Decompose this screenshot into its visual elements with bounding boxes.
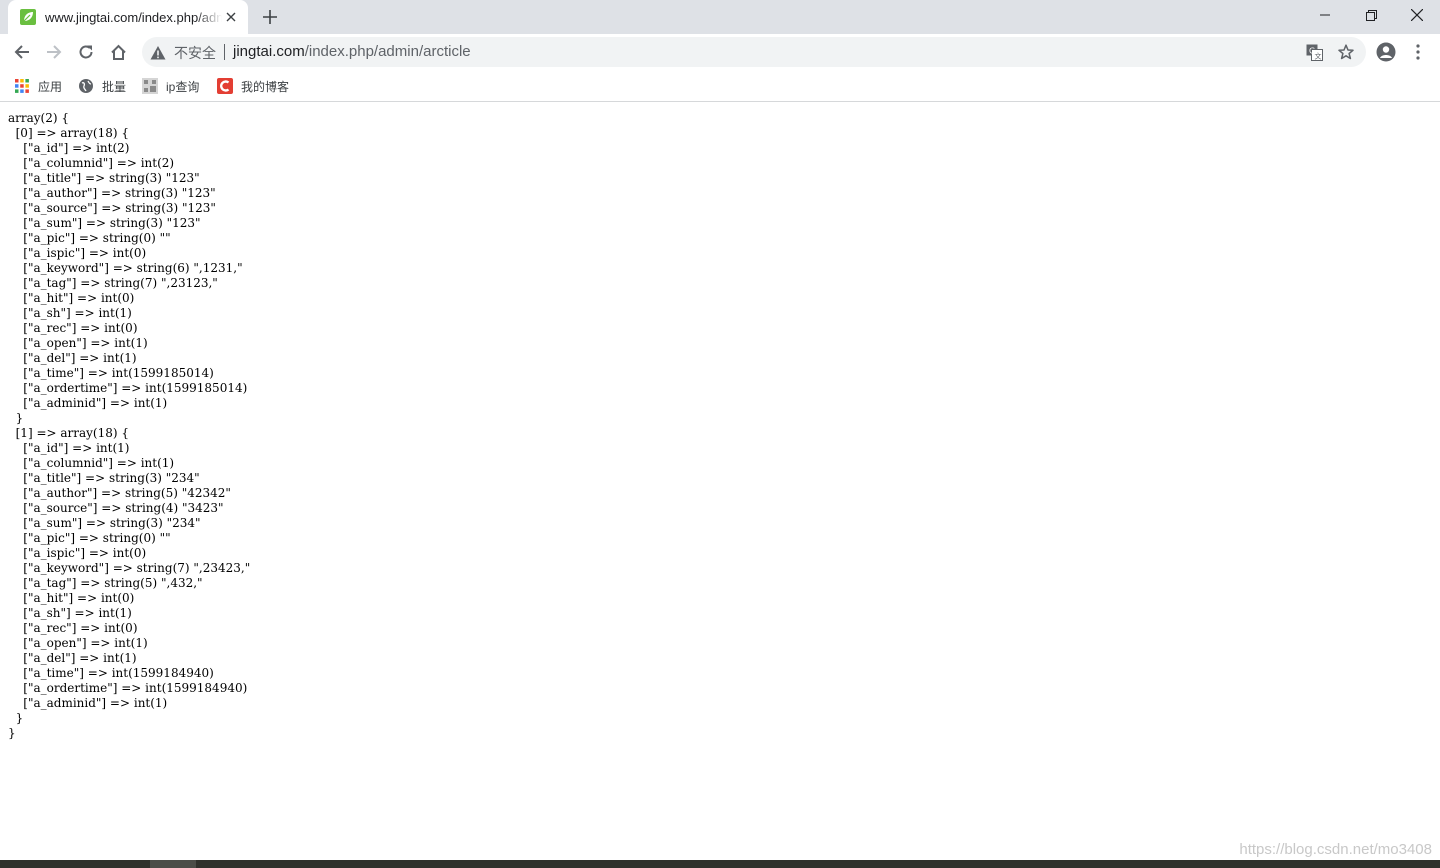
profile-button[interactable] <box>1371 37 1401 67</box>
close-window-button[interactable] <box>1394 0 1440 30</box>
tab-title: www.jingtai.com/index.php/admin/arcticle <box>45 9 222 25</box>
minimize-button[interactable] <box>1302 0 1348 30</box>
bookmarks-bar: 应用 批量 ip查询 我的博客 <box>0 70 1440 102</box>
forward-arrow-icon <box>47 45 62 59</box>
url-path: /index.php/admin/arcticle <box>304 43 471 60</box>
close-icon[interactable] <box>222 8 240 26</box>
bookmark-label: 应用 <box>38 79 63 94</box>
bookmark-apps[interactable]: 应用 <box>14 76 62 96</box>
taskbar-item[interactable] <box>150 860 196 868</box>
omnibox-divider <box>224 44 225 60</box>
url-host: jingtai.com <box>233 43 305 60</box>
warning-icon <box>150 46 166 60</box>
bookmark-ip-query[interactable]: ip查询 <box>142 76 199 96</box>
new-tab-button[interactable] <box>258 6 282 28</box>
bookmark-my-blog[interactable]: 我的博客 <box>217 76 289 96</box>
svg-text:文: 文 <box>1314 51 1321 60</box>
bookmark-label: ip查询 <box>166 79 200 94</box>
reload-button[interactable] <box>71 37 101 67</box>
bookmark-star-button[interactable] <box>1337 43 1355 61</box>
bookmark-batch[interactable]: 批量 <box>78 76 126 96</box>
security-chip[interactable]: 不安全 <box>150 43 216 63</box>
browser-toolbar: 不安全 jingtai.com/index.php/admin/arcticle… <box>0 34 1440 70</box>
home-button[interactable] <box>103 37 133 67</box>
url-text[interactable]: jingtai.com/index.php/admin/arcticle <box>233 43 471 60</box>
back-button[interactable] <box>7 37 37 67</box>
apps-grid-icon <box>15 79 29 93</box>
translate-button[interactable]: G 文 <box>1305 43 1323 61</box>
restore-button[interactable] <box>1348 0 1394 30</box>
plus-icon <box>263 10 277 24</box>
forward-button[interactable] <box>39 37 69 67</box>
leaf-icon <box>20 9 36 25</box>
globe-icon <box>79 79 93 93</box>
watermark: https://blog.csdn.net/mo3408 <box>1239 841 1432 858</box>
os-taskbar <box>0 860 1440 868</box>
page-content: array(2) { [0] => array(18) { ["a_id"] =… <box>0 103 1440 860</box>
home-icon <box>110 44 126 60</box>
translate-icon: G 文 <box>1306 44 1323 61</box>
bookmark-label: 我的博客 <box>241 79 290 94</box>
reload-icon <box>79 45 93 59</box>
restore-icon <box>1365 9 1377 21</box>
browser-menu-button[interactable] <box>1403 37 1433 67</box>
kebab-menu-icon <box>1416 44 1420 60</box>
close-icon <box>1411 9 1423 21</box>
minimize-icon <box>1320 14 1330 16</box>
back-arrow-icon <box>14 45 29 59</box>
csdn-icon <box>217 78 233 94</box>
account-icon <box>1376 42 1396 62</box>
bookmark-label: 批量 <box>102 79 127 94</box>
browser-tab[interactable]: www.jingtai.com/index.php/admin/arcticle <box>8 0 248 34</box>
tab-strip: www.jingtai.com/index.php/admin/arcticle <box>0 0 1440 34</box>
star-icon <box>1338 44 1354 60</box>
ip-query-icon <box>142 78 158 94</box>
var-dump-output: array(2) { [0] => array(18) { ["a_id"] =… <box>8 111 251 740</box>
address-bar[interactable]: 不安全 jingtai.com/index.php/admin/arcticle… <box>142 37 1366 67</box>
security-label: 不安全 <box>174 45 216 61</box>
